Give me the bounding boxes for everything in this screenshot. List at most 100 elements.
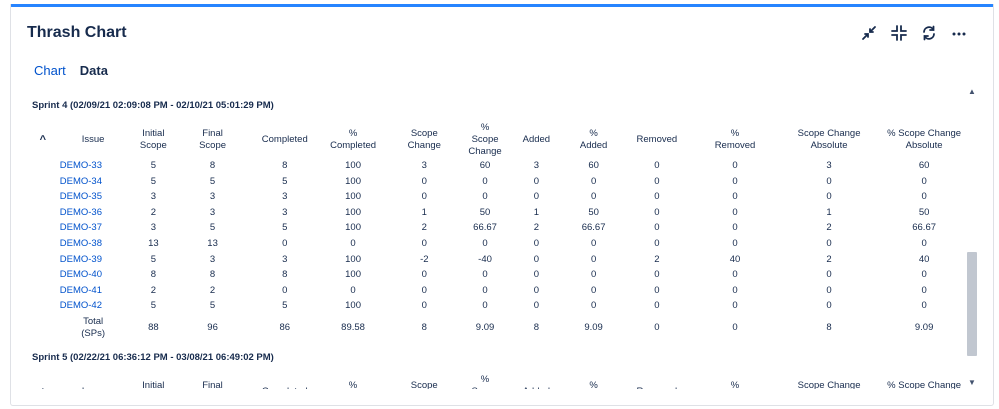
row-spacer [26, 220, 60, 236]
cell-pct-scope-change-abs: 50 [918, 206, 930, 218]
scroll-thumb[interactable] [967, 252, 977, 356]
cell-added: 0 [533, 300, 539, 312]
toggle-cell: ^ [26, 122, 60, 158]
cell-initial-scope: 3 [150, 222, 156, 234]
column-header-pct-scope-change: % ScopeChange [472, 374, 499, 389]
issue-cell: DEMO-42 [60, 298, 127, 314]
cell-removed: 0 [654, 160, 660, 171]
cell-pct-added: 66.67 [581, 222, 606, 234]
scroll-up-icon[interactable]: ▲ [966, 86, 978, 96]
issue-cell: DEMO-37 [60, 220, 127, 236]
cell-completed: 0 [282, 284, 288, 296]
column-header-removed: Removed [618, 374, 697, 389]
table-row: DEMO-34 5 5 5 100 0 0 0 0 0 0 0 0 [26, 174, 964, 190]
column-header-pct-added: %Added [589, 380, 598, 389]
column-header-final-scope: FinalScope [199, 128, 227, 151]
issue-link[interactable]: DEMO-36 [60, 207, 102, 218]
cell-pct-removed: 0 [732, 175, 738, 187]
cell-scope-change-abs: 0 [826, 175, 832, 187]
cell-final-scope: 2 [209, 284, 216, 296]
cell-final-scope: 3 [209, 253, 216, 265]
refresh-icon[interactable] [920, 24, 938, 42]
cell-pct-scope-change: 0 [482, 191, 488, 203]
issue-cell: DEMO-35 [60, 189, 127, 205]
issue-link[interactable]: DEMO-34 [60, 176, 102, 187]
issue-link[interactable]: DEMO-40 [60, 269, 102, 280]
cell-added: 0 [533, 269, 539, 281]
cell-scope-change-abs: 0 [826, 269, 832, 281]
cell-final-scope: 5 [209, 222, 216, 234]
column-header-pct-scope-change-abs: % Scope ChangeAbsolute [887, 128, 962, 151]
cell-scope-change: 0 [421, 284, 427, 296]
cell-removed: 0 [654, 206, 660, 218]
column-header-initial-scope: InitialScope [142, 380, 165, 389]
cell-completed: 5 [282, 222, 288, 234]
cell-pct-scope-change: 0 [482, 175, 488, 187]
issue-link[interactable]: DEMO-41 [60, 285, 102, 296]
issue-cell: DEMO-39 [60, 252, 127, 268]
issue-link[interactable]: DEMO-42 [60, 300, 102, 311]
cell-pct-scope-change-abs: 0 [921, 175, 927, 187]
cell-initial-scope: 3 [150, 191, 156, 203]
cell-scope-change: 1 [421, 206, 427, 218]
column-header-completed: Completed [245, 374, 325, 389]
issue-link[interactable]: DEMO-38 [60, 238, 102, 249]
cell-removed: 0 [654, 284, 660, 296]
cell-pct-added: 0 [590, 300, 597, 312]
cell-pct-added: 0 [590, 253, 597, 265]
cell-pct-removed: 0 [732, 160, 738, 171]
sprint-title: Sprint 5 (02/22/21 06:36:12 PM - 03/08/2… [32, 352, 274, 363]
cell-final-scope: 8 [209, 160, 216, 171]
cell-scope-change-abs: 3 [826, 160, 832, 171]
tab-chart[interactable]: Chart [34, 63, 66, 78]
cell-pct-removed: 0 [732, 284, 738, 296]
more-icon[interactable] [950, 24, 968, 42]
cell-pct-scope-change: 0 [482, 269, 488, 281]
table-row: DEMO-35 3 3 3 100 0 0 0 0 0 0 0 0 [26, 189, 964, 205]
collapse-toggle-icon[interactable]: ^ [40, 134, 46, 146]
cell-pct-added: 0 [590, 191, 597, 203]
cell-scope-change: 0 [421, 191, 427, 203]
collapse-icon[interactable] [890, 24, 908, 42]
cell-completed: 0 [282, 237, 288, 249]
cell-scope-change: 2 [421, 222, 427, 234]
cell-initial-scope: 5 [150, 175, 156, 187]
minimize-icon[interactable] [860, 24, 878, 42]
column-header-initial-scope: InitialScope [139, 128, 167, 151]
issue-link[interactable]: DEMO-37 [60, 222, 102, 233]
cell-added: 0 [533, 191, 539, 203]
issue-cell: DEMO-33 [60, 158, 127, 174]
cell-pct-added: 0 [590, 284, 597, 296]
scroll-down-icon[interactable]: ▼ [966, 377, 978, 387]
cell-pct-scope-change: 0 [482, 237, 488, 249]
column-header-added: Added [503, 374, 570, 389]
column-header-pct-removed: %Removed [730, 380, 740, 389]
cell-pct-added: 0 [590, 269, 597, 281]
cell-pct-completed: 100 [345, 222, 361, 234]
row-spacer [26, 252, 60, 268]
cell-initial-scope: 2 [150, 284, 156, 296]
cell-scope-change: 0 [421, 269, 427, 281]
cell-initial-scope: 2 [150, 206, 156, 218]
vertical-scrollbar[interactable]: ▲ ▼ [966, 84, 978, 389]
issue-link[interactable]: DEMO-33 [60, 160, 102, 171]
cell-pct-scope-change-abs: 0 [921, 191, 927, 203]
issue-link[interactable]: DEMO-39 [60, 254, 102, 265]
cell-pct-scope-change-abs: 0 [921, 237, 927, 249]
cell-completed: 3 [282, 191, 288, 203]
tab-data[interactable]: Data [80, 63, 108, 78]
column-header-issue: Issue [81, 134, 105, 145]
row-spacer [26, 189, 60, 205]
expand-toggle-icon[interactable]: + [40, 386, 46, 390]
cell-pct-removed: 0 [732, 191, 738, 203]
table-row: DEMO-40 8 8 8 100 0 0 0 0 0 0 0 0 [26, 267, 964, 283]
total-pct-scope-change: 9.09 [475, 322, 495, 334]
cell-completed: 8 [282, 269, 288, 281]
issue-link[interactable]: DEMO-35 [60, 191, 102, 202]
view-tabs: Chart Data [34, 63, 108, 78]
cell-pct-removed: 0 [732, 300, 738, 312]
cell-pct-scope-change: 0 [482, 284, 488, 296]
cell-pct-removed: 0 [732, 222, 738, 234]
gadget-actions [860, 24, 968, 42]
cell-scope-change-abs: 0 [826, 300, 832, 312]
